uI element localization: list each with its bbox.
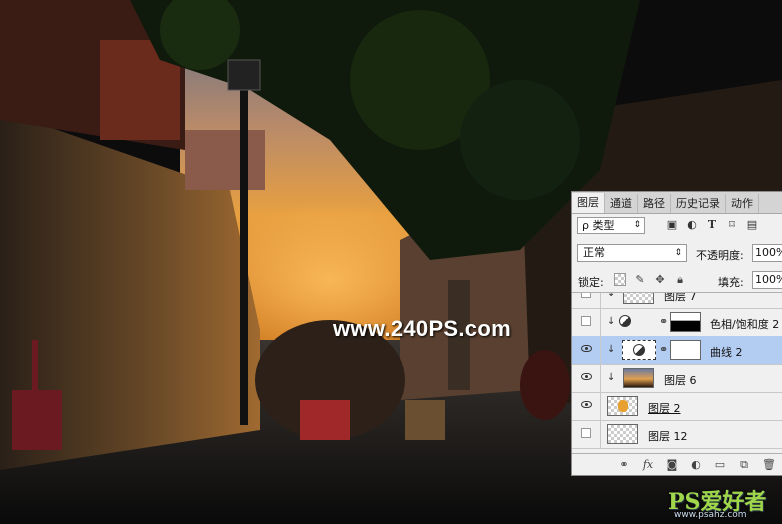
layer-mask-thumbnail [670, 312, 701, 332]
layer-name: 图层 6 [664, 374, 697, 387]
filter-row: ρ 类型 ⇕ ▣ ◐ T ⌑ ▤ [572, 214, 782, 238]
watermark-text: www.240PS.com [333, 316, 511, 341]
chain-link-icon[interactable]: ⚭ [659, 343, 668, 356]
tab-layers[interactable]: 图层 [572, 193, 605, 213]
layer-thumbnail [607, 396, 638, 416]
visibility-toggle[interactable] [572, 293, 601, 308]
layer-name: 色相/饱和度 2 [710, 318, 780, 331]
tab-actions[interactable]: 动作 [726, 194, 759, 213]
shape-filter-icon[interactable]: ⌑ [726, 218, 738, 231]
lock-transparency-icon[interactable] [614, 273, 626, 286]
eye-icon [581, 373, 592, 380]
blend-mode-select[interactable]: 正常 ⇕ [577, 244, 687, 262]
thumbnail-content [618, 400, 628, 412]
tab-paths[interactable]: 路径 [638, 194, 671, 213]
filter-type-label: ρ 类型 [582, 219, 615, 232]
visibility-toggle[interactable] [572, 364, 601, 392]
hidden-box-icon [581, 293, 591, 298]
adjustment-layer-icon [619, 315, 631, 327]
panel-footer: ⚭ fx ◙ ◐ ▭ ⧉ 🗑︎ [572, 453, 782, 475]
adjustment-thumbnail [622, 340, 656, 360]
smartobject-filter-icon[interactable]: ▤ [746, 218, 758, 231]
visibility-toggle[interactable] [572, 336, 601, 364]
clip-arrow-icon: ↓ [607, 293, 616, 299]
visibility-toggle[interactable] [572, 392, 601, 420]
lock-brush-icon[interactable]: ✎ [634, 273, 646, 286]
clip-arrow-icon: ↓ [607, 372, 616, 383]
logo-url-text: www.psahz.com [674, 510, 747, 520]
layer-row[interactable]: ↓ ⚭ 色相/饱和度 2 [572, 308, 782, 337]
mask-icon[interactable]: ◙ [666, 458, 678, 471]
layer-thumbnail [607, 424, 638, 444]
type-filter-icon[interactable]: T [706, 218, 718, 231]
lock-icons: ✎ ✥ 🔒︎ [614, 273, 686, 286]
tab-history[interactable]: 历史记录 [671, 194, 726, 213]
visibility-toggle[interactable] [572, 308, 601, 336]
layers-panel: 图层 通道 路径 历史记录 动作 ρ 类型 ⇕ ▣ ◐ T ⌑ ▤ 正常 ⇕ 不… [571, 191, 782, 476]
fx-icon[interactable]: fx [642, 458, 654, 471]
blend-row: 正常 ⇕ 不透明度: 100% [572, 241, 782, 265]
eye-icon [581, 345, 592, 352]
lock-row: 锁定: ✎ ✥ 🔒︎ 填充: 100% [572, 268, 782, 293]
tab-channels[interactable]: 通道 [605, 194, 638, 213]
lock-position-icon[interactable]: ✥ [654, 273, 666, 286]
layer-list: ↓ 图层 7 ↓ ⚭ 色相/饱和度 2 ↓ ⚭ 曲线 2 ↓ 图层 6 图层 2… [572, 293, 782, 449]
filter-icons: ▣ ◐ T ⌑ ▤ [666, 218, 758, 231]
layer-row[interactable]: 图层 2 [572, 392, 782, 421]
layer-name: 图层 2 [648, 402, 681, 415]
trash-icon[interactable]: 🗑︎ [762, 458, 776, 471]
visibility-toggle[interactable] [572, 420, 601, 448]
layer-row-selected[interactable]: ↓ ⚭ 曲线 2 [572, 336, 782, 365]
folder-icon[interactable]: ▭ [714, 458, 726, 471]
layer-name: 曲线 2 [710, 346, 743, 359]
layer-name: 图层 12 [648, 430, 688, 443]
eye-icon [581, 401, 592, 408]
site-logo: PS爱好者 www.psahz.com [668, 484, 778, 520]
curves-icon [633, 344, 645, 356]
opacity-label: 不透明度: [696, 249, 744, 262]
filter-type-select[interactable]: ρ 类型 ⇕ [577, 217, 645, 234]
layer-row[interactable]: 图层 12 [572, 420, 782, 449]
clip-arrow-icon: ↓ [607, 344, 616, 355]
layer-row[interactable]: ↓ 图层 6 [572, 364, 782, 393]
adjustment-icon[interactable]: ◐ [690, 458, 702, 471]
select-arrows-icon: ⇕ [674, 248, 682, 258]
clip-arrow-icon: ↓ [607, 316, 616, 327]
fill-label: 填充: [718, 276, 744, 289]
image-filter-icon[interactable]: ▣ [666, 218, 678, 231]
hidden-box-icon [581, 316, 591, 326]
layer-thumbnail [623, 368, 654, 388]
panel-tabs: 图层 通道 路径 历史记录 动作 [572, 192, 782, 214]
layer-row[interactable]: ↓ 图层 7 [572, 293, 782, 309]
select-arrows-icon: ⇕ [633, 220, 641, 230]
new-layer-icon[interactable]: ⧉ [738, 458, 750, 472]
layer-thumbnail [623, 293, 654, 304]
blend-mode-value: 正常 [583, 246, 605, 259]
fill-input[interactable]: 100% [752, 271, 782, 289]
layer-name: 图层 7 [664, 293, 697, 303]
lock-label: 锁定: [578, 276, 604, 289]
opacity-input[interactable]: 100% [752, 244, 782, 262]
hidden-box-icon [581, 428, 591, 438]
lock-all-icon[interactable]: 🔒︎ [674, 273, 686, 286]
chain-link-icon[interactable]: ⚭ [659, 315, 668, 328]
link-icon[interactable]: ⚭ [618, 458, 630, 471]
layer-mask-thumbnail [670, 340, 701, 360]
adjustment-filter-icon[interactable]: ◐ [686, 218, 698, 231]
